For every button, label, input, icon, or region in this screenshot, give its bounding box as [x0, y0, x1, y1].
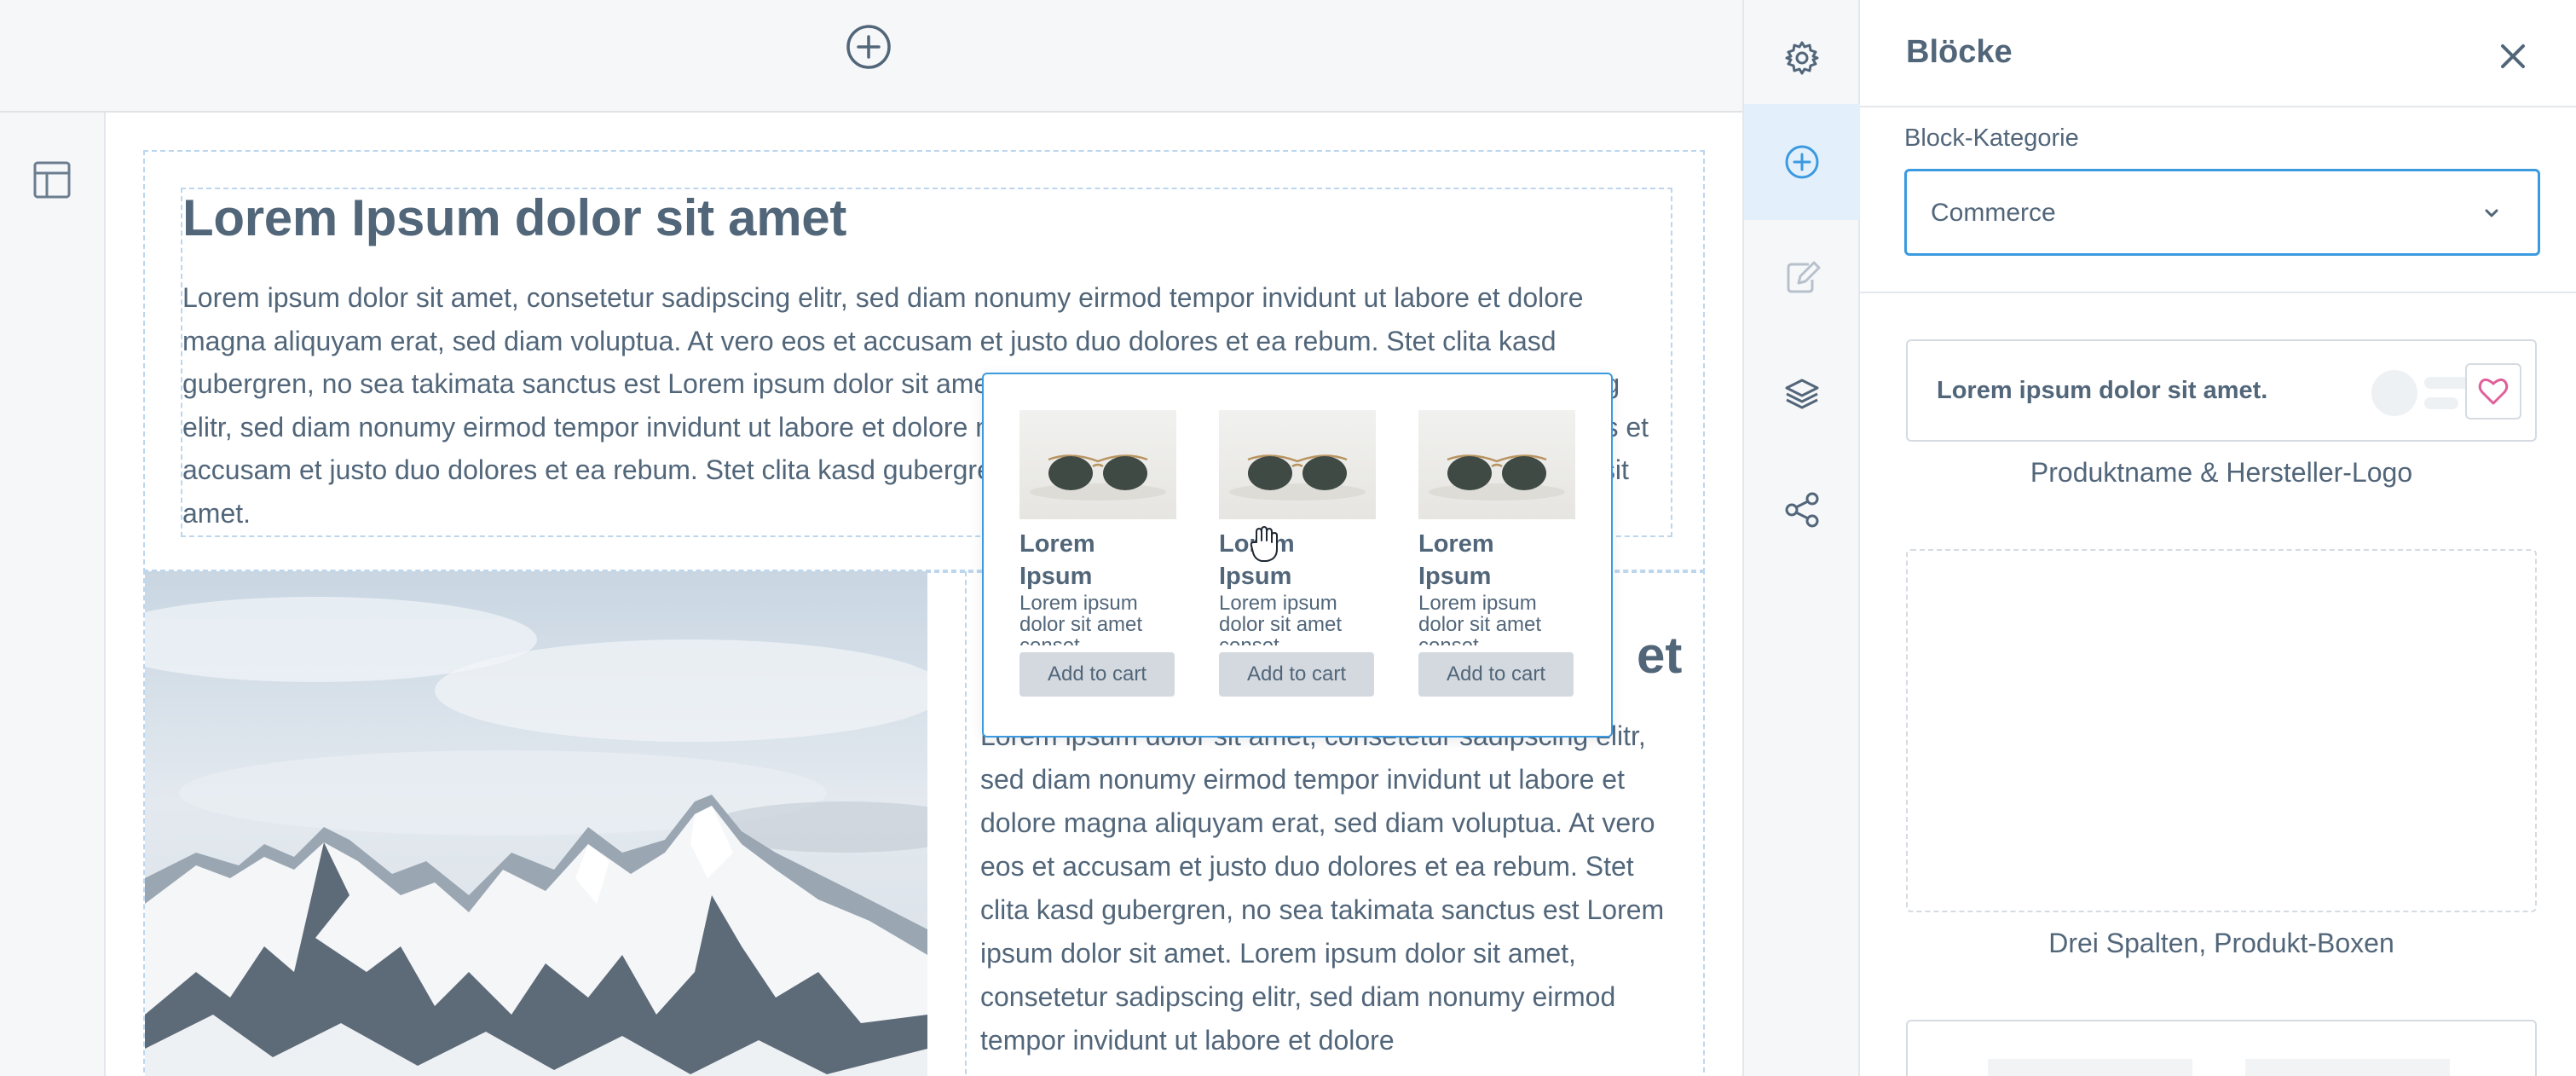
block-card-three-columns-products[interactable] [1906, 549, 2537, 912]
left-sidebar [0, 113, 106, 1076]
panel-header: Blöcke [1860, 0, 2576, 107]
sunglasses-image [1418, 410, 1575, 519]
placeholder [2245, 1059, 2450, 1076]
column-paragraph: Lorem ipsum dolor sit amet, consetetur s… [980, 720, 1665, 1056]
block-card-caption: Drei Spalten, Produkt-Boxen [2048, 928, 2394, 958]
top-toolbar [0, 0, 1742, 113]
product-box: Lorem Ipsum Lorem ipsum dolor sit amet c… [1418, 410, 1575, 697]
layers-icon [1785, 379, 1819, 409]
gear-icon [1785, 41, 1819, 75]
sunglasses-image [1219, 410, 1376, 519]
drag-preview-product-boxes[interactable]: Lorem Ipsum Lorem ipsum dolor sit amet c… [982, 373, 1613, 738]
panel-title: Blöcke [1906, 34, 2013, 70]
section-heading: Lorem Ipsum dolor sit amet [182, 189, 846, 246]
logo-placeholder-bar [2424, 397, 2458, 409]
block-card[interactable] [1906, 1020, 2537, 1076]
column-heading-fragment: et [1637, 627, 1683, 684]
add-to-cart-button[interactable]: Add to cart [1019, 652, 1175, 697]
close-icon[interactable] [2496, 39, 2530, 73]
edit-tab[interactable] [1744, 220, 1860, 336]
wishlist-button [2465, 363, 2521, 419]
plus-circle-icon [1785, 145, 1819, 179]
sidebar-icon-rail [1742, 0, 1860, 1076]
heart-icon [2478, 378, 2509, 405]
grab-cursor-icon [1250, 526, 1278, 562]
mountain-image[interactable] [145, 571, 927, 1076]
plus-circle-icon[interactable] [845, 23, 892, 71]
product-box: Lorem Ipsum Lorem ipsum dolor sit amet c… [1019, 410, 1176, 697]
product-name: Lorem Ipsum [1418, 530, 1494, 590]
sunglasses-image [1019, 410, 1176, 519]
layers-tab[interactable] [1744, 336, 1860, 452]
blocks-panel: Blöcke Block-Kategorie Commerce Lorem ip… [1860, 0, 2576, 1076]
edit-icon [1787, 261, 1821, 293]
share-icon [1785, 492, 1819, 528]
block-category-value: Commerce [1931, 199, 2056, 227]
product-description: Lorem ipsum dolor sit amet conset... [1019, 593, 1143, 645]
block-category-label: Block-Kategorie [1904, 124, 2079, 152]
placeholder [1988, 1059, 2192, 1076]
product-box: Lorem Ipsum Lorem ipsum dolor sit amet c… [1219, 410, 1376, 697]
layout-icon[interactable] [32, 160, 72, 200]
divider [1860, 292, 2576, 293]
settings-tab[interactable] [1744, 0, 1860, 116]
block-card-caption: Produktname & Hersteller-Logo [2030, 457, 2413, 488]
add-blocks-tab[interactable] [1744, 104, 1860, 220]
product-name: Lorem Ipsum [1219, 530, 1295, 590]
add-to-cart-button[interactable]: Add to cart [1219, 652, 1374, 697]
product-description: Lorem ipsum dolor sit amet conset... [1219, 593, 1343, 645]
logo-placeholder [2371, 370, 2417, 416]
product-name: Lorem Ipsum [1019, 530, 1095, 590]
block-category-select[interactable]: Commerce [1904, 169, 2540, 256]
block-card-preview-text: Lorem ipsum dolor sit amet. [1937, 377, 2268, 404]
chevron-down-icon [2485, 209, 2498, 217]
share-tab[interactable] [1744, 452, 1860, 568]
add-to-cart-button[interactable]: Add to cart [1418, 652, 1574, 697]
block-card-product-name-logo[interactable]: Lorem ipsum dolor sit amet. [1906, 339, 2537, 442]
product-description: Lorem ipsum dolor sit amet conset... [1418, 593, 1542, 645]
